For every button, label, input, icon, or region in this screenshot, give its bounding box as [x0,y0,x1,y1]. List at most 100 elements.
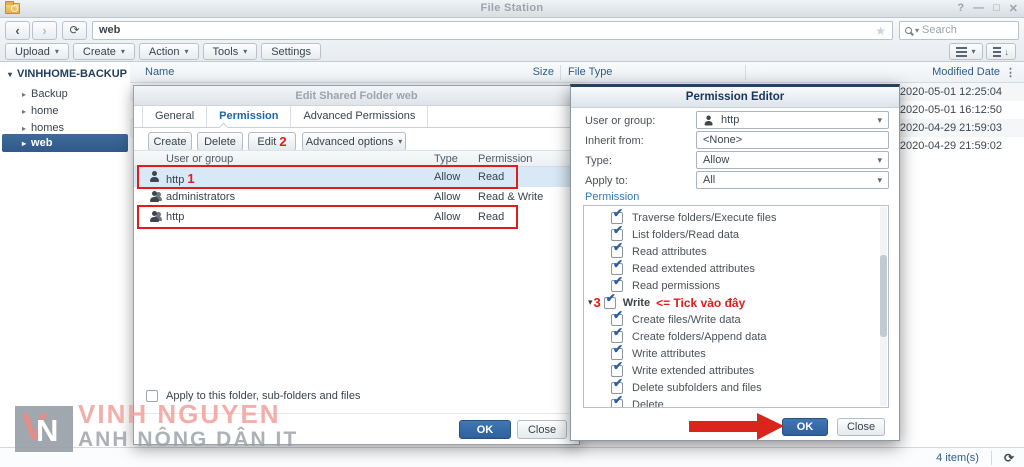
checkbox-read-permissions[interactable]: ✔ Read permissions [584,277,888,294]
user-or-group-dropdown[interactable]: http ▾ [696,111,889,129]
collapsed-triangle-icon[interactable]: ▸ [22,139,26,148]
scrollbar-thumb[interactable] [880,255,887,337]
edit-dialog-close-button[interactable]: Close [517,420,567,439]
sidebar-item-vinhhome-backup[interactable]: ▾ VINHHOME-BACKUP [8,68,127,80]
inherit-from-input[interactable]: <None> [696,131,889,149]
check-icon: ✔ [613,359,623,373]
type-dropdown[interactable]: Allow ▾ [696,151,889,169]
refresh-button[interactable]: ⟳ [62,21,87,40]
chevron-down-icon: ▾ [877,175,882,186]
permission-editor-close-button[interactable]: Close [837,418,885,436]
search-input[interactable] [922,24,992,36]
list-view-icon [956,51,967,53]
file-list-header: Name Size File Type Modified Date ⋮ [130,62,1024,83]
user-icon [149,171,162,182]
collapsed-triangle-icon[interactable]: ▸ [22,124,26,133]
field-user-or-group: User or group: http ▾ [585,111,889,129]
column-header-name[interactable]: Name [145,66,174,78]
address-input[interactable] [93,23,892,38]
edit-permission-button[interactable]: Edit 2 [248,132,296,151]
delete-permission-button[interactable]: Delete [197,132,243,151]
checkbox-delete-subfolders[interactable]: ✔ Delete subfolders and files [584,379,888,396]
column-header-modified-date[interactable]: Modified Date [932,66,1000,78]
column-separator [560,65,561,80]
search-box: ▾ [899,21,1019,40]
apply-to-dropdown[interactable]: All ▾ [696,171,889,189]
permission-row-http-group[interactable]: http Allow Read [134,207,579,227]
minimize-icon[interactable]: — [973,2,984,15]
back-button[interactable]: ‹ [5,21,30,40]
checkbox-write[interactable]: ▾ 3 ✔ Write <= Tick vào đây [584,294,888,311]
chevron-down-icon: ▾ [971,47,975,56]
group-icon [149,211,162,222]
upload-button[interactable]: Upload ▾ [5,43,69,60]
tab-general[interactable]: General [142,106,207,127]
permission-row-http-user[interactable]: http1 Allow Read [134,167,579,187]
sidebar-item-backup[interactable]: ▸ Backup [22,87,68,101]
create-permission-button[interactable]: Create [148,132,192,151]
sidebar-item-home[interactable]: ▸ home [22,104,59,118]
permission-editor-ok-button[interactable]: OK [782,418,828,436]
sort-arrow-icon: ↓ [1005,47,1010,57]
view-mode-button[interactable]: ▾ [949,43,982,60]
permission-table-header: User or group Type Permission [134,150,579,167]
tab-permission[interactable]: Permission [207,106,291,127]
column-type[interactable]: Type [434,153,458,165]
forward-button[interactable]: › [32,21,57,40]
checkbox-read-attributes[interactable]: ✔ Read attributes [584,243,888,260]
annotation-step3: 3 [594,295,601,310]
tools-button[interactable]: Tools ▾ [203,43,258,60]
expanded-triangle-icon[interactable]: ▾ [8,70,12,79]
dialog-title: Edit Shared Folder web [134,86,579,106]
check-icon: ✔ [613,393,623,407]
sidebar-item-web-selected[interactable]: ▸ web [2,134,128,152]
collapse-triangle-icon[interactable]: ▾ [588,297,593,308]
favorite-star-icon[interactable]: ★ [875,24,886,38]
edit-dialog-ok-button[interactable]: OK [459,420,511,439]
close-icon[interactable]: ✕ [1009,2,1018,15]
sort-button[interactable]: ↓ [986,43,1017,60]
permission-row-administrators[interactable]: administrators Allow Read & Write [134,187,579,207]
action-button[interactable]: Action ▾ [139,43,199,60]
settings-button[interactable]: Settings [261,43,321,60]
dialog-title: Permission Editor [571,87,899,108]
column-menu-icon[interactable]: ⋮ [1005,66,1016,79]
refresh-icon[interactable]: ⟳ [991,451,1014,465]
create-button[interactable]: Create ▾ [73,43,135,60]
apply-checkbox[interactable] [146,390,158,402]
status-bar: 4 item(s) ⟳ [0,447,1024,467]
checkbox-list-folders[interactable]: ✔ List folders/Read data [584,226,888,243]
column-user-or-group[interactable]: User or group [166,153,233,165]
advanced-options-button[interactable]: Advanced options ▾ [302,132,406,151]
chevron-down-icon: ▾ [877,115,882,126]
check-icon: ✔ [613,257,623,271]
checkbox-create-folders[interactable]: ✔ Create folders/Append data [584,328,888,345]
column-header-size[interactable]: Size [533,66,554,78]
collapsed-triangle-icon[interactable]: ▸ [22,107,26,116]
tab-advanced-permissions[interactable]: Advanced Permissions [291,106,428,127]
navigation-bar: ‹ › ⟳ ★ ▾ [0,18,1024,42]
column-permission[interactable]: Permission [478,153,532,165]
refresh-icon: ⟳ [69,24,79,36]
checkbox-read-extended-attributes[interactable]: ✔ Read extended attributes [584,260,888,277]
checkbox-write-attributes[interactable]: ✔ Write attributes [584,345,888,362]
field-type: Type: Allow ▾ [585,151,889,169]
checkbox-create-files[interactable]: ✔ Create files/Write data [584,311,888,328]
folder-tree-sidebar: ▾ VINHHOME-BACKUP ▸ Backup ▸ home ▸ home… [0,62,130,447]
sidebar-item-homes[interactable]: ▸ homes [22,121,64,135]
maximize-icon[interactable]: □ [993,2,1000,15]
checkbox-delete[interactable]: ✔ Delete [584,396,888,408]
main-toolbar: Upload ▾ Create ▾ Action ▾ Tools ▾ Setti… [0,42,1024,62]
help-icon[interactable]: ? [957,2,964,15]
search-options-caret-icon[interactable]: ▾ [915,26,919,35]
footer-divider [144,413,569,414]
checkbox-write-extended-attributes[interactable]: ✔ Write extended attributes [584,362,888,379]
scrollbar-track[interactable] [880,207,887,406]
checkbox-traverse-folders[interactable]: ✔ Traverse folders/Execute files [584,209,888,226]
column-header-file-type[interactable]: File Type [568,66,612,78]
item-count: 4 item(s) [936,452,979,464]
check-icon: ✔ [613,342,623,356]
permission-editor-dialog: Permission Editor User or group: http ▾ … [570,84,900,441]
collapsed-triangle-icon[interactable]: ▸ [22,90,26,99]
annotation-write-note: <= Tick vào đây [656,296,745,310]
